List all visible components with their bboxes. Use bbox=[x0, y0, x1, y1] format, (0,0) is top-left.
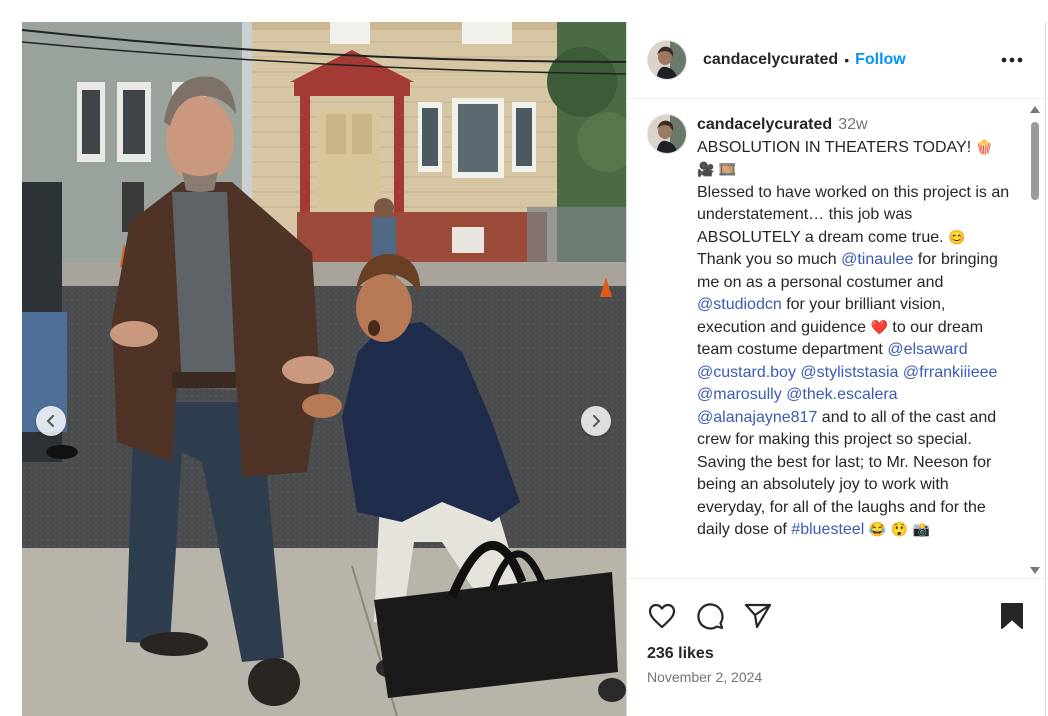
action-bar bbox=[627, 579, 1045, 635]
caption-timestamp[interactable]: 32w bbox=[838, 116, 867, 133]
comment-button[interactable] bbox=[695, 601, 725, 631]
post-actions-section: 236 likes November 2, 2024 bbox=[627, 578, 1045, 716]
scrollbar-thumb[interactable] bbox=[1031, 122, 1039, 200]
caption-text: candacelycurated 32w ABSOLUTION IN THEATE… bbox=[697, 114, 1017, 542]
mention-link[interactable]: @custard.boy bbox=[697, 364, 796, 381]
mention-link[interactable]: @styliststasia bbox=[800, 364, 898, 381]
send-icon bbox=[744, 603, 772, 629]
more-options-button[interactable] bbox=[999, 47, 1025, 73]
post-photo[interactable] bbox=[22, 22, 626, 716]
comments-scrollbar[interactable] bbox=[1029, 106, 1041, 574]
post-caption: candacelycurated 32w ABSOLUTION IN THEATE… bbox=[627, 100, 1045, 542]
camera-flash-emoji: 📸 bbox=[912, 521, 930, 537]
more-options-icon bbox=[1001, 57, 1023, 63]
like-button[interactable] bbox=[647, 601, 677, 631]
post-date[interactable]: November 2, 2024 bbox=[627, 663, 1045, 685]
astonished-emoji: 😲 bbox=[890, 521, 909, 537]
caption-line-title: ABSOLUTION IN THEATERS TODAY! bbox=[697, 138, 972, 156]
comment-icon bbox=[697, 603, 724, 630]
post-header: candacelycurated • Follow bbox=[627, 22, 1045, 99]
scroll-up-arrow[interactable] bbox=[1030, 106, 1040, 113]
caption-thanks-text: Thank you so much bbox=[697, 251, 837, 268]
likes-count[interactable]: 236 likes bbox=[627, 635, 1045, 663]
mention-link[interactable]: @elsaward bbox=[887, 341, 967, 358]
scroll-down-arrow[interactable] bbox=[1030, 567, 1040, 574]
follow-button[interactable]: Follow bbox=[855, 51, 906, 69]
heart-emoji: ❤️ bbox=[870, 318, 888, 335]
film-frames-emoji: 🎞️ bbox=[718, 161, 737, 177]
smile-emoji: 😊 bbox=[948, 228, 966, 245]
avatar-image bbox=[648, 41, 686, 79]
popcorn-emoji: 🍿 bbox=[975, 138, 994, 155]
comments-area[interactable]: candacelycurated 32w ABSOLUTION IN THEATE… bbox=[627, 100, 1045, 576]
avatar-image bbox=[648, 115, 686, 153]
movie-camera-emoji: 🎥 bbox=[697, 161, 715, 177]
mention-link[interactable]: @studiodcn bbox=[697, 296, 782, 313]
chevron-left-icon bbox=[46, 415, 54, 427]
mention-link[interactable]: @marosully bbox=[697, 386, 782, 403]
caption-avatar[interactable] bbox=[647, 114, 687, 154]
caption-username[interactable]: candacelycurated bbox=[697, 116, 832, 133]
bookmark-icon bbox=[1001, 603, 1023, 629]
post-side-panel: candacelycurated • Follow candacelycurat… bbox=[626, 22, 1046, 716]
carousel-prev-button[interactable] bbox=[36, 406, 66, 436]
save-button[interactable] bbox=[997, 601, 1027, 631]
separator-dot: • bbox=[844, 52, 850, 68]
mention-link[interactable]: @frrankiiieee bbox=[903, 364, 998, 381]
post-author-username[interactable]: candacelycurated bbox=[703, 51, 838, 69]
carousel-next-button[interactable] bbox=[581, 406, 611, 436]
mention-link[interactable]: @tinaulee bbox=[841, 251, 913, 268]
heart-icon bbox=[648, 603, 676, 629]
share-button[interactable] bbox=[743, 601, 773, 631]
laughing-emoji: 😂 bbox=[868, 521, 887, 537]
chevron-right-icon bbox=[593, 415, 601, 427]
mention-link[interactable]: @alanajayne817 bbox=[697, 409, 817, 426]
mention-link[interactable]: @thek.escalera bbox=[786, 386, 897, 403]
post-image bbox=[22, 22, 626, 716]
hashtag-link[interactable]: #bluesteel bbox=[791, 521, 864, 538]
avatar[interactable] bbox=[647, 40, 687, 80]
